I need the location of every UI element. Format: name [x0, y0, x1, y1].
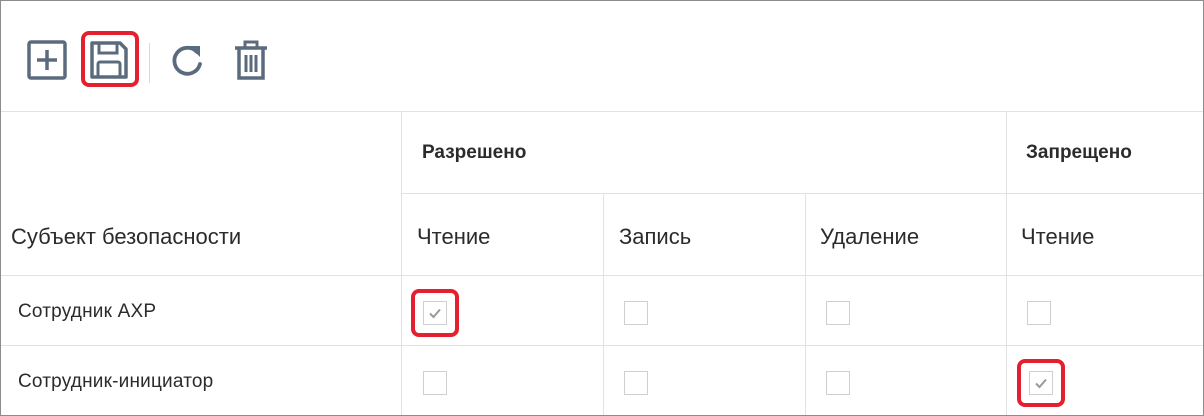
- row-subject-label: Сотрудник-инициатор: [18, 371, 214, 392]
- checkbox-allowed-delete[interactable]: [826, 371, 850, 395]
- column-header-allowed-write: Запись: [619, 224, 692, 249]
- checkbox-allowed-delete[interactable]: [826, 301, 850, 325]
- checkmark-icon: [429, 308, 441, 319]
- toolbar-divider: [149, 43, 150, 83]
- group-header-allowed: Разрешено: [422, 142, 527, 163]
- row-subject-label: Сотрудник АХР: [18, 301, 157, 322]
- checkbox-allowed-write[interactable]: [624, 301, 648, 325]
- group-header-denied: Запрещено: [1026, 142, 1132, 163]
- column-header-denied-read: Чтение: [1021, 224, 1095, 249]
- table-line: [805, 193, 806, 415]
- checkbox-allowed-read[interactable]: [423, 301, 447, 325]
- column-header-allowed-delete: Удаление: [820, 224, 920, 249]
- trash-icon: [229, 38, 273, 82]
- table-line: [1, 275, 1203, 276]
- save-button[interactable]: [87, 38, 131, 82]
- table-line: [401, 193, 1203, 194]
- table-line: [1, 111, 1203, 112]
- plus-square-icon: [25, 38, 69, 82]
- checkbox-denied-read[interactable]: [1027, 301, 1051, 325]
- permissions-table: Разрешено Запрещено Субъект безопасности…: [1, 111, 1203, 415]
- column-header-allowed-read: Чтение: [417, 224, 491, 249]
- refresh-icon: [165, 38, 209, 82]
- floppy-disk-icon: [87, 38, 131, 82]
- checkbox-allowed-write[interactable]: [624, 371, 648, 395]
- checkbox-denied-read[interactable]: [1029, 371, 1053, 395]
- delete-button[interactable]: [229, 38, 273, 82]
- checkmark-icon: [1035, 378, 1047, 389]
- column-header-subject: Субъект безопасности: [11, 224, 242, 249]
- table-line: [1006, 111, 1007, 415]
- checkbox-allowed-read[interactable]: [423, 371, 447, 395]
- table-line: [1, 345, 1203, 346]
- add-button[interactable]: [25, 38, 69, 82]
- table-line: [401, 111, 402, 415]
- access-rights-panel: Разрешено Запрещено Субъект безопасности…: [0, 0, 1204, 416]
- table-line: [603, 193, 604, 415]
- toolbar: [1, 1, 1203, 111]
- refresh-button[interactable]: [165, 38, 209, 82]
